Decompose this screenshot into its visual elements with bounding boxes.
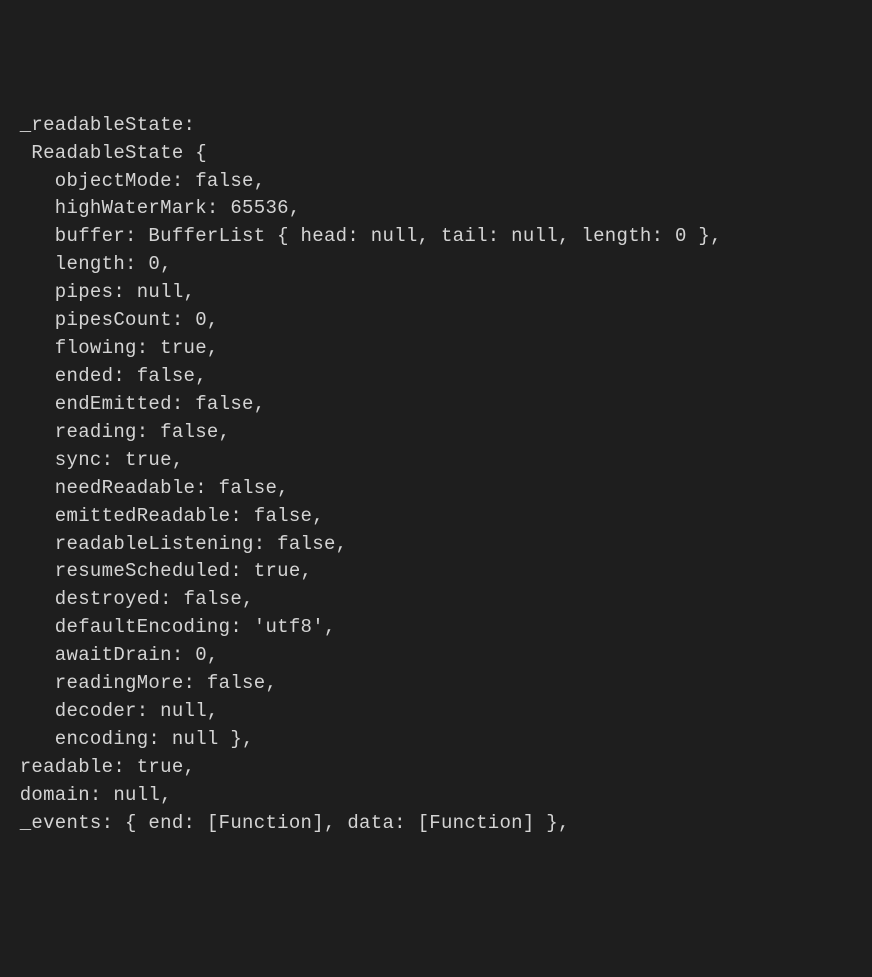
code-line: buffer: BufferList { head: null, tail: n…: [8, 225, 722, 247]
code-line: readingMore: false,: [8, 672, 277, 694]
code-line: emittedReadable: false,: [8, 505, 324, 527]
code-line: objectMode: false,: [8, 170, 265, 192]
code-line: destroyed: false,: [8, 588, 254, 610]
code-line: reading: false,: [8, 421, 230, 443]
code-line: highWaterMark: 65536,: [8, 197, 301, 219]
code-line: decoder: null,: [8, 700, 219, 722]
code-line: pipesCount: 0,: [8, 309, 219, 331]
code-line: ReadableState {: [8, 142, 207, 164]
code-line: endEmitted: false,: [8, 393, 265, 415]
code-line: _events: { end: [Function], data: [Funct…: [8, 812, 570, 834]
code-line: resumeScheduled: true,: [8, 560, 312, 582]
code-line: encoding: null },: [8, 728, 254, 750]
code-line: awaitDrain: 0,: [8, 644, 219, 666]
code-line: ended: false,: [8, 365, 207, 387]
code-line: needReadable: false,: [8, 477, 289, 499]
code-line: pipes: null,: [8, 281, 195, 303]
console-output: _readableState: ReadableState { objectMo…: [0, 112, 872, 838]
code-line: sync: true,: [8, 449, 184, 471]
code-line: readable: true,: [8, 756, 195, 778]
code-line: _readableState:: [8, 114, 195, 136]
code-line: flowing: true,: [8, 337, 219, 359]
code-line: readableListening: false,: [8, 533, 347, 555]
code-line: length: 0,: [8, 253, 172, 275]
code-line: domain: null,: [8, 784, 172, 806]
code-line: defaultEncoding: 'utf8',: [8, 616, 336, 638]
